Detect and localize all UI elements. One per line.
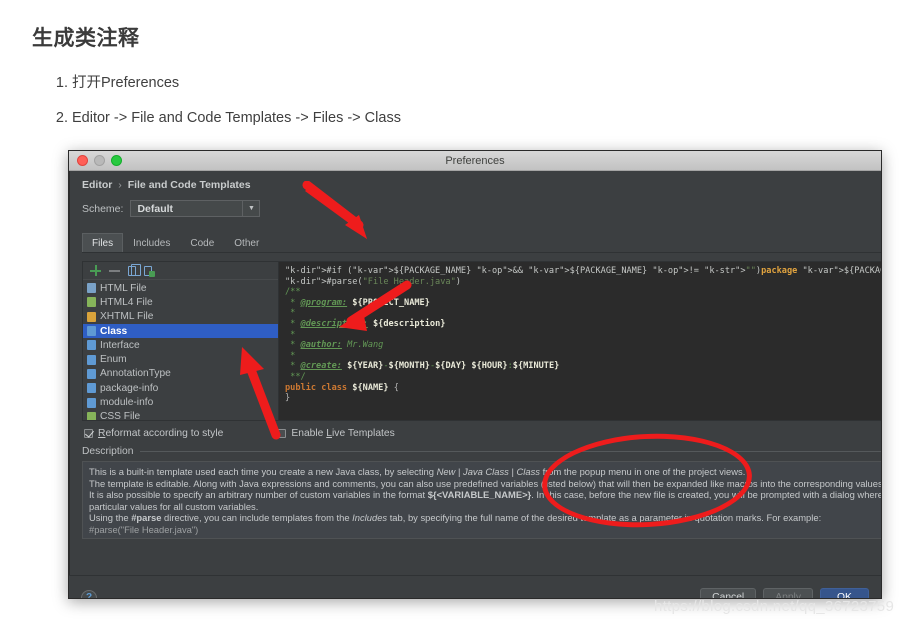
code-line: * @create: ${YEAR}-${MONTH}-${DAY} ${HOU… [285, 361, 560, 372]
window-footer: ? Cancel Apply OK [69, 575, 881, 598]
file-type-icon [87, 340, 96, 351]
legend-divider [139, 451, 881, 452]
editor-options-row: Reformat according to style Enable Live T… [82, 428, 881, 439]
description-section: Description This is a built-in template … [82, 446, 882, 539]
list-item-label: Interface [100, 339, 140, 351]
chevron-down-icon[interactable]: ▼ [242, 201, 259, 216]
breadcrumb-current: File and Code Templates [127, 179, 251, 191]
tab-files[interactable]: Files [82, 233, 124, 252]
checkbox-box[interactable] [84, 429, 93, 438]
list-item-label: XHTML File [100, 311, 154, 323]
window-title: Preferences [445, 154, 505, 167]
code-line: **/ [285, 371, 306, 382]
list-item-label: HTML4 File [100, 296, 153, 308]
tab-other[interactable]: Other [224, 233, 269, 252]
code-line: } [285, 393, 291, 404]
help-icon[interactable]: ? [81, 589, 97, 598]
watermark-main: https://blog.csdn.net/qq_36723759 [654, 598, 895, 615]
window-titlebar: Preferences [69, 151, 881, 171]
list-item[interactable]: HTML File [83, 281, 278, 295]
description-paragraph: #parse("File Header.java") [89, 523, 199, 535]
template-list-toolbar [83, 262, 278, 280]
tab-code[interactable]: Code [180, 233, 224, 252]
annotation-arrow-file-and-code-templates [240, 347, 281, 440]
description-legend-label: Description [82, 446, 134, 457]
description-paragraph: This is a built-in template used each ti… [89, 466, 746, 477]
scheme-row: Scheme: Default ▼ [82, 200, 881, 217]
description-legend: Description [82, 446, 881, 457]
checkbox-label: Enable Live Templates [291, 428, 395, 439]
breadcrumb-parent[interactable]: Editor [82, 179, 112, 191]
file-type-icon [87, 354, 96, 365]
step-item-1: 打开Preferences [72, 74, 908, 92]
annotation-arrow-class-item [339, 280, 412, 331]
list-item-label: Enum [100, 354, 127, 366]
description-paragraph: It is also possible to specify an arbitr… [89, 489, 882, 512]
description-text: This is a built-in template used each ti… [82, 461, 882, 539]
scheme-selected-value: Default [137, 202, 174, 215]
article-container: 生成类注释 打开Preferences Editor -> File and C… [0, 0, 908, 127]
annotation-arrow-files-tab [302, 181, 367, 239]
window-body: ▶Appearance & Behavior▶Keymap▼Editor▶Gen… [69, 171, 881, 575]
copy-icon[interactable] [128, 263, 141, 276]
file-type-icon [87, 283, 96, 294]
code-line: * [285, 350, 296, 361]
file-type-icon [87, 311, 96, 322]
file-type-icon [87, 397, 96, 408]
steps-list: 打开Preferences Editor -> File and Code Te… [32, 74, 908, 127]
list-item[interactable]: HTML4 File [83, 295, 278, 309]
step-item-2: Editor -> File and Code Templates -> Fil… [72, 109, 908, 127]
scheme-label: Scheme: [82, 202, 124, 215]
copy-to-icon[interactable] [144, 265, 155, 277]
tab-includes[interactable]: Includes [123, 233, 180, 252]
breadcrumb: Editor › File and Code Templates [82, 179, 881, 191]
checkbox-reformat-according-to-style[interactable]: Reformat according to style [84, 428, 223, 439]
preferences-window: Preferences ▶Appearance & Behavior▶Keyma… [68, 150, 882, 599]
minus-icon[interactable] [109, 265, 120, 276]
scheme-select[interactable]: Default ▼ [130, 200, 261, 217]
checkbox-label: Reformat according to style [98, 428, 224, 439]
file-type-icon [87, 326, 96, 337]
description-paragraph: Using the #parse directive, you can incl… [89, 512, 822, 523]
list-item-label: CSS File [100, 411, 141, 420]
description-paragraph: The template is editable. Along with Jav… [89, 477, 882, 489]
page-title: 生成类注释 [32, 27, 140, 50]
file-type-icon [87, 411, 96, 420]
template-tabs: Files Includes Code Other [82, 233, 881, 253]
file-type-icon [87, 297, 96, 308]
templates-split: HTML File HTML4 File XHTML File Class Interf… [82, 261, 881, 421]
list-item-label: module-info [100, 397, 154, 409]
file-type-icon [87, 383, 96, 394]
code-line: * @author: Mr.Wang [285, 340, 384, 351]
list-item-label: HTML File [100, 282, 147, 294]
breadcrumb-separator: › [118, 179, 122, 191]
code-line: public class ${NAME} { [285, 382, 399, 393]
code-line: "k-dir">#if ("k-var">${PACKAGE_NAME} "k-… [285, 266, 881, 276]
list-item-label: AnnotationType [100, 368, 171, 380]
settings-detail-panel: Editor › File and Code Templates Scheme:… [70, 171, 882, 575]
plus-icon[interactable] [90, 265, 101, 276]
list-item[interactable]: XHTML File [83, 310, 278, 324]
list-item-label: package-info [100, 382, 159, 394]
file-type-icon [87, 368, 96, 379]
list-item-label: Class [100, 325, 128, 337]
